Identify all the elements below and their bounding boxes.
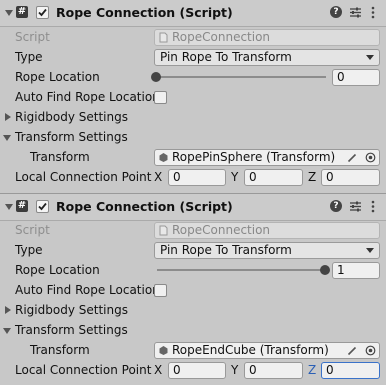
- eyedropper-icon[interactable]: [347, 152, 358, 163]
- transform-label: Transform: [30, 150, 90, 164]
- component-enabled-checkbox[interactable]: [36, 200, 49, 213]
- rope-location-label: Rope Location: [15, 70, 100, 84]
- auto-find-label: Auto Find Rope Locatior: [15, 90, 154, 104]
- rope-location-label: Rope Location: [15, 263, 100, 277]
- z-label: Z: [308, 363, 317, 377]
- script-value: RopeConnection: [172, 30, 271, 44]
- transform-settings-foldout[interactable]: Transform Settings: [15, 129, 128, 146]
- script-hash-icon: #: [16, 200, 28, 212]
- type-dropdown[interactable]: Pin Rope To Transform: [154, 49, 380, 66]
- local-connection-label: Local Connection Point: [15, 170, 152, 184]
- transform-icon: [159, 346, 168, 355]
- rigidbody-settings-foldout[interactable]: Rigidbody Settings: [15, 109, 128, 126]
- rigidbody-settings-foldout[interactable]: Rigidbody Settings: [15, 302, 128, 319]
- script-file-icon: [159, 225, 168, 236]
- x-input[interactable]: 0: [168, 169, 226, 186]
- script-label: Script: [15, 30, 50, 44]
- object-picker-icon[interactable]: [365, 152, 376, 163]
- auto-find-label: Auto Find Rope Locatior: [15, 283, 154, 297]
- kebab-menu-icon[interactable]: [371, 200, 375, 213]
- component-header[interactable]: # Rope Connection (Script) ?: [0, 194, 386, 221]
- transform-label: Transform: [30, 343, 90, 357]
- transform-object-field[interactable]: RopeEndCube (Transform): [154, 342, 380, 359]
- chevron-down-icon: [366, 248, 374, 253]
- z-label: Z: [308, 170, 317, 184]
- type-label: Type: [15, 243, 43, 257]
- z-input[interactable]: 0: [321, 169, 380, 186]
- foldout-arrow-icon[interactable]: [3, 135, 11, 141]
- component-title: Rope Connection (Script): [56, 5, 233, 20]
- eyedropper-icon[interactable]: [347, 345, 358, 356]
- y-input[interactable]: 0: [244, 169, 303, 186]
- x-label: X: [154, 170, 163, 184]
- z-input[interactable]: 0: [321, 362, 380, 379]
- component-header[interactable]: # Rope Connection (Script) ?: [0, 0, 386, 27]
- kebab-menu-icon[interactable]: [371, 6, 375, 19]
- script-object-field: RopeConnection: [154, 29, 380, 46]
- foldout-arrow-icon[interactable]: [5, 113, 11, 121]
- transform-icon: [159, 153, 168, 162]
- x-label: X: [154, 363, 163, 377]
- transform-settings-foldout[interactable]: Transform Settings: [15, 322, 128, 339]
- presets-icon[interactable]: [349, 6, 362, 19]
- help-icon[interactable]: ?: [330, 6, 342, 18]
- script-hash-icon: #: [16, 6, 28, 18]
- y-input[interactable]: 0: [244, 362, 303, 379]
- y-label: Y: [231, 363, 239, 377]
- foldout-arrow-icon[interactable]: [3, 328, 11, 334]
- local-connection-label: Local Connection Point: [15, 363, 152, 377]
- x-input[interactable]: 0: [168, 362, 226, 379]
- script-label: Script: [15, 223, 50, 237]
- type-value: Pin Rope To Transform: [160, 243, 292, 257]
- foldout-arrow-icon[interactable]: [5, 306, 11, 314]
- rope-location-input[interactable]: 1: [332, 262, 380, 279]
- chevron-down-icon: [366, 55, 374, 60]
- type-label: Type: [15, 50, 43, 64]
- rope-location-slider-thumb[interactable]: [151, 72, 161, 82]
- object-picker-icon[interactable]: [365, 345, 376, 356]
- component-rope-connection-2: # Rope Connection (Script) ? Script Rope…: [0, 194, 386, 385]
- script-file-icon: [159, 32, 168, 43]
- rope-location-slider[interactable]: [157, 269, 326, 271]
- foldout-arrow-icon[interactable]: [5, 10, 13, 16]
- transform-value: RopeEndCube (Transform): [172, 343, 329, 357]
- type-value: Pin Rope To Transform: [160, 50, 292, 64]
- presets-icon[interactable]: [349, 200, 362, 213]
- script-object-field: RopeConnection: [154, 222, 380, 239]
- component-rope-connection-1: # Rope Connection (Script) ? Script Rope…: [0, 0, 386, 193]
- rope-location-slider-thumb[interactable]: [320, 265, 330, 275]
- help-icon[interactable]: ?: [330, 200, 342, 212]
- transform-value: RopePinSphere (Transform): [172, 150, 336, 164]
- type-dropdown[interactable]: Pin Rope To Transform: [154, 242, 380, 259]
- foldout-arrow-icon[interactable]: [5, 204, 13, 210]
- rope-location-input[interactable]: 0: [332, 69, 380, 86]
- y-label: Y: [231, 170, 239, 184]
- auto-find-checkbox[interactable]: [154, 91, 167, 104]
- script-value: RopeConnection: [172, 223, 271, 237]
- component-enabled-checkbox[interactable]: [36, 6, 49, 19]
- component-title: Rope Connection (Script): [56, 199, 233, 214]
- transform-object-field[interactable]: RopePinSphere (Transform): [154, 149, 380, 166]
- rope-location-slider[interactable]: [157, 76, 326, 78]
- auto-find-checkbox[interactable]: [154, 284, 167, 297]
